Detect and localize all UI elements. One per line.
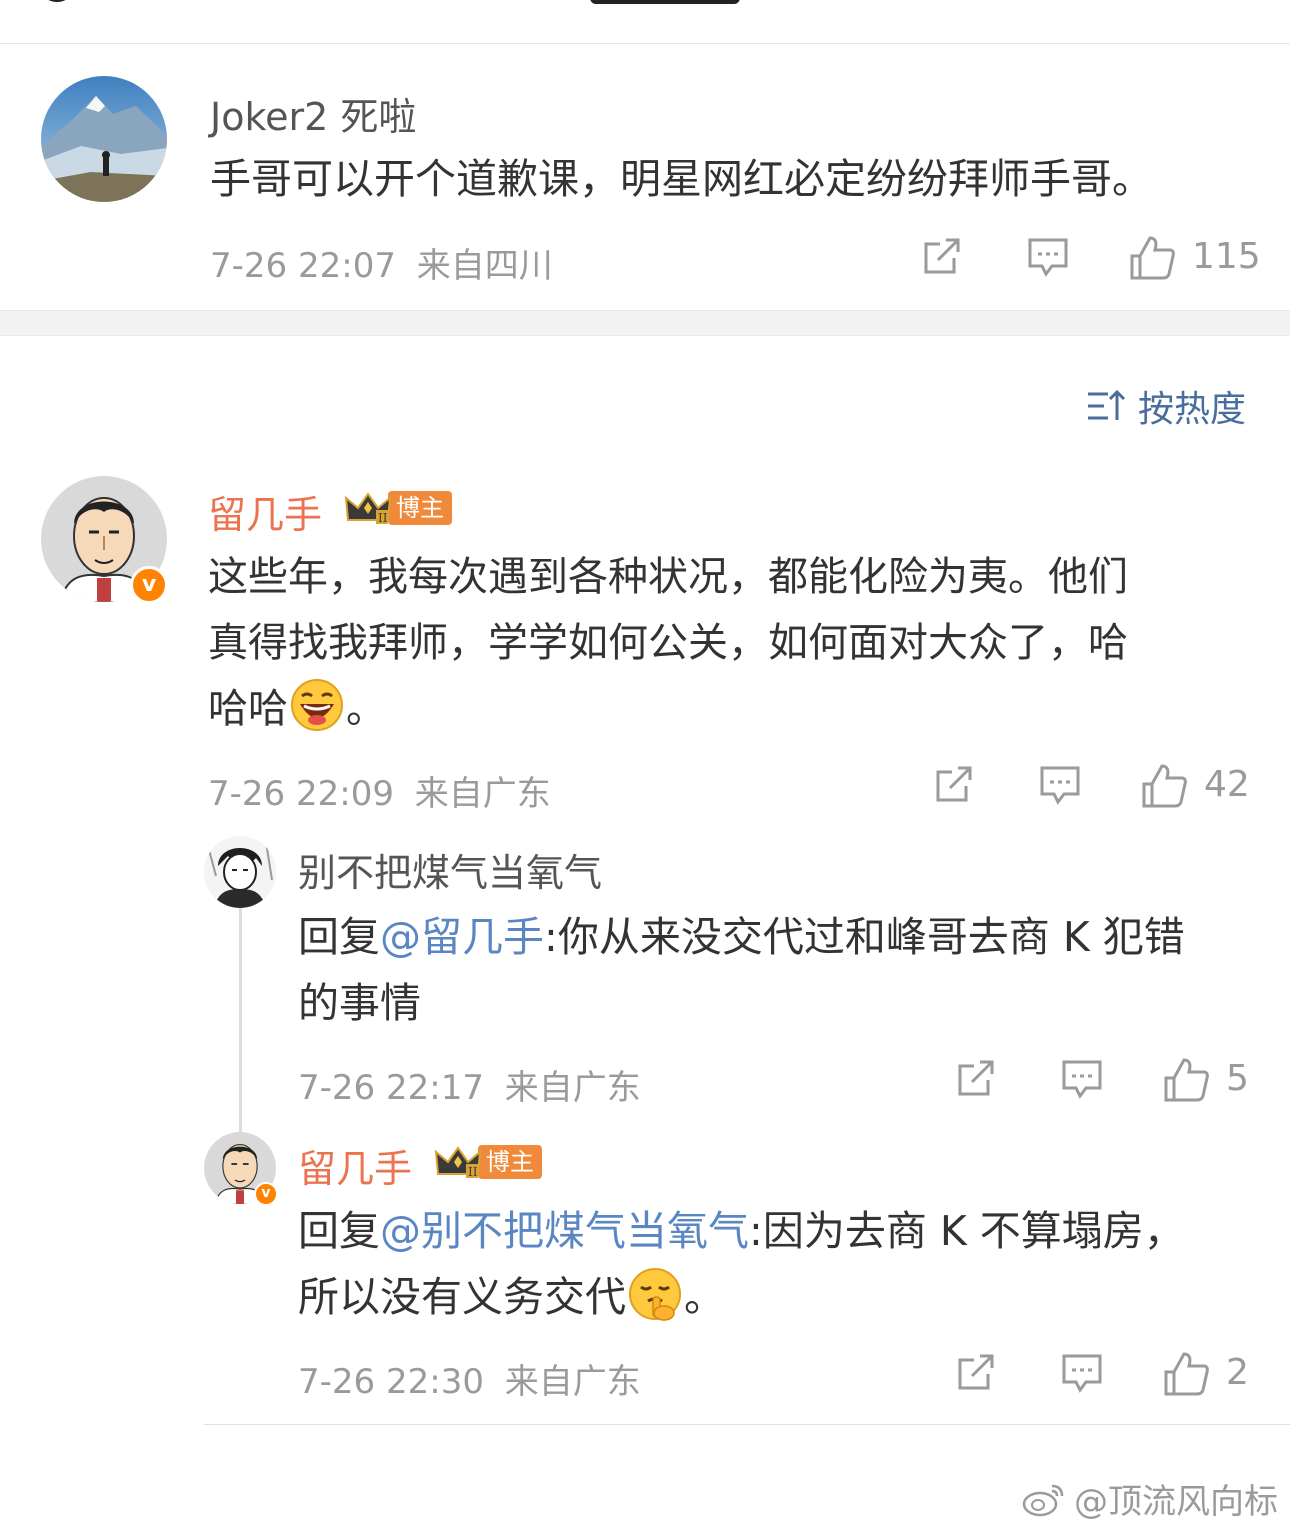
like-icon[interactable]: [1128, 234, 1176, 282]
comment-meta: 7-26 22:09 来自广东: [208, 766, 551, 815]
blogger-badge: II 博主: [344, 490, 452, 526]
comment-text-part: 哈哈: [208, 686, 288, 732]
comment-actions: 42: [932, 762, 1250, 810]
comment-text: 手哥可以开个道歉课，明星网红必定纷纷拜师手哥。: [210, 155, 1153, 203]
reply-line: 的事情: [298, 979, 421, 1027]
divider: [204, 1424, 1290, 1425]
comment-line: 真得找我拜师，学学如何公关，如何面对大众了，哈: [208, 620, 1128, 666]
manga-avatar-image: [204, 836, 276, 908]
laughing-emoji-icon: [291, 679, 343, 731]
comment-line: 哈哈 。: [208, 676, 1258, 742]
reply-prefix: 回复: [298, 913, 380, 961]
sort-by-hot-button[interactable]: 按热度: [1086, 380, 1246, 432]
reply-line: 所以没有义务交代 。: [298, 1264, 1258, 1330]
section-divider: [0, 310, 1290, 336]
reply-text-part: :因为去商 K 不算塌房，: [749, 1207, 1185, 1255]
like-count: 42: [1204, 764, 1250, 805]
like-icon[interactable]: [1162, 1056, 1210, 1104]
reply-text: 回复@留几手:你从来没交代过和峰哥去商 K 犯错 的事情: [298, 904, 1258, 1036]
reply-text-part: :你从来没交代过和峰哥去商 K 犯错: [544, 913, 1185, 961]
like-count: 2: [1226, 1352, 1249, 1393]
share-icon[interactable]: [954, 1350, 998, 1394]
reply-location: 来自广东: [504, 1068, 641, 1108]
reply-text-part: 所以没有义务交代: [298, 1273, 626, 1321]
like-count: 115: [1192, 236, 1261, 277]
reply-time: 7-26 22:30: [298, 1362, 484, 1402]
comment-meta: 7-26 22:07 来自四川: [210, 238, 553, 287]
mention-link[interactable]: @别不把煤气当氧气: [380, 1207, 749, 1255]
top-navigation-bar: [0, 0, 1290, 44]
sort-icon: [1087, 389, 1126, 420]
comment-icon[interactable]: [1060, 1056, 1104, 1100]
reply-time: 7-26 22:17: [298, 1068, 484, 1108]
comment-text-part: 。: [346, 686, 386, 732]
crown-icon: II: [344, 492, 392, 525]
reply-line: 回复@别不把煤气当氧气:因为去商 K 不算塌房，: [298, 1198, 1258, 1264]
reply-location: 来自广东: [504, 1362, 641, 1402]
avatar[interactable]: [204, 836, 276, 908]
mountain-avatar-image: [41, 76, 167, 202]
avatar[interactable]: [41, 76, 167, 202]
verified-icon: v: [254, 1182, 278, 1206]
comment-time: 7-26 22:07: [210, 246, 396, 286]
comment-time: 7-26 22:09: [208, 774, 394, 814]
mention-link[interactable]: @留几手: [380, 913, 544, 961]
username[interactable]: 别不把煤气当氧气: [298, 842, 602, 897]
comment-line: 这些年，我每次遇到各种状况，都能化险为夷。他们: [208, 554, 1128, 600]
reply-thread-line: [239, 906, 242, 1132]
reply-text: 回复@别不把煤气当氧气:因为去商 K 不算塌房， 所以没有义务交代 。: [298, 1198, 1258, 1330]
reply-actions: 5: [954, 1056, 1250, 1104]
comment-location: 来自四川: [416, 246, 553, 286]
share-icon[interactable]: [954, 1056, 998, 1100]
comment-icon[interactable]: [1026, 234, 1070, 278]
comment-location: 来自广东: [414, 774, 551, 814]
comment-actions: 115: [920, 234, 1261, 282]
svg-text:II: II: [468, 1165, 478, 1179]
username[interactable]: 留几手: [298, 1138, 412, 1193]
blogger-tag: 博主: [388, 491, 452, 525]
share-icon[interactable]: [920, 234, 964, 278]
comment-icon[interactable]: [1060, 1350, 1104, 1394]
reply-meta: 7-26 22:17 来自广东: [298, 1060, 641, 1109]
watermark-text: @顶流风向标: [1074, 1482, 1278, 1522]
shush-emoji-icon: [629, 1268, 681, 1321]
watermark: @顶流风向标: [1022, 1474, 1278, 1523]
comment-text: 这些年，我每次遇到各种状况，都能化险为夷。他们 真得找我拜师，学学如何公关，如何…: [208, 544, 1258, 742]
like-icon[interactable]: [1140, 762, 1188, 810]
comment-icon[interactable]: [1038, 762, 1082, 806]
weibo-logo-icon: [1022, 1484, 1064, 1516]
reply-text-part: 。: [684, 1273, 725, 1321]
back-icon[interactable]: [44, 0, 70, 2]
sort-label: 按热度: [1137, 389, 1246, 430]
reply-line: 回复@留几手:你从来没交代过和峰哥去商 K 犯错: [298, 904, 1258, 970]
page-title-cropped: [590, 0, 740, 4]
username[interactable]: Joker2 死啦: [210, 86, 416, 141]
username[interactable]: 留几手: [208, 484, 322, 539]
blogger-tag: 博主: [478, 1145, 542, 1179]
blogger-badge: II 博主: [434, 1144, 542, 1180]
reply-actions: 2: [954, 1350, 1250, 1398]
svg-text:II: II: [378, 511, 388, 525]
verified-icon: v: [130, 566, 168, 604]
like-count: 5: [1226, 1058, 1249, 1099]
reply-prefix: 回复: [298, 1207, 380, 1255]
share-icon[interactable]: [932, 762, 976, 806]
reply-meta: 7-26 22:30 来自广东: [298, 1354, 641, 1403]
crown-icon: II: [434, 1146, 482, 1179]
like-icon[interactable]: [1162, 1350, 1210, 1398]
